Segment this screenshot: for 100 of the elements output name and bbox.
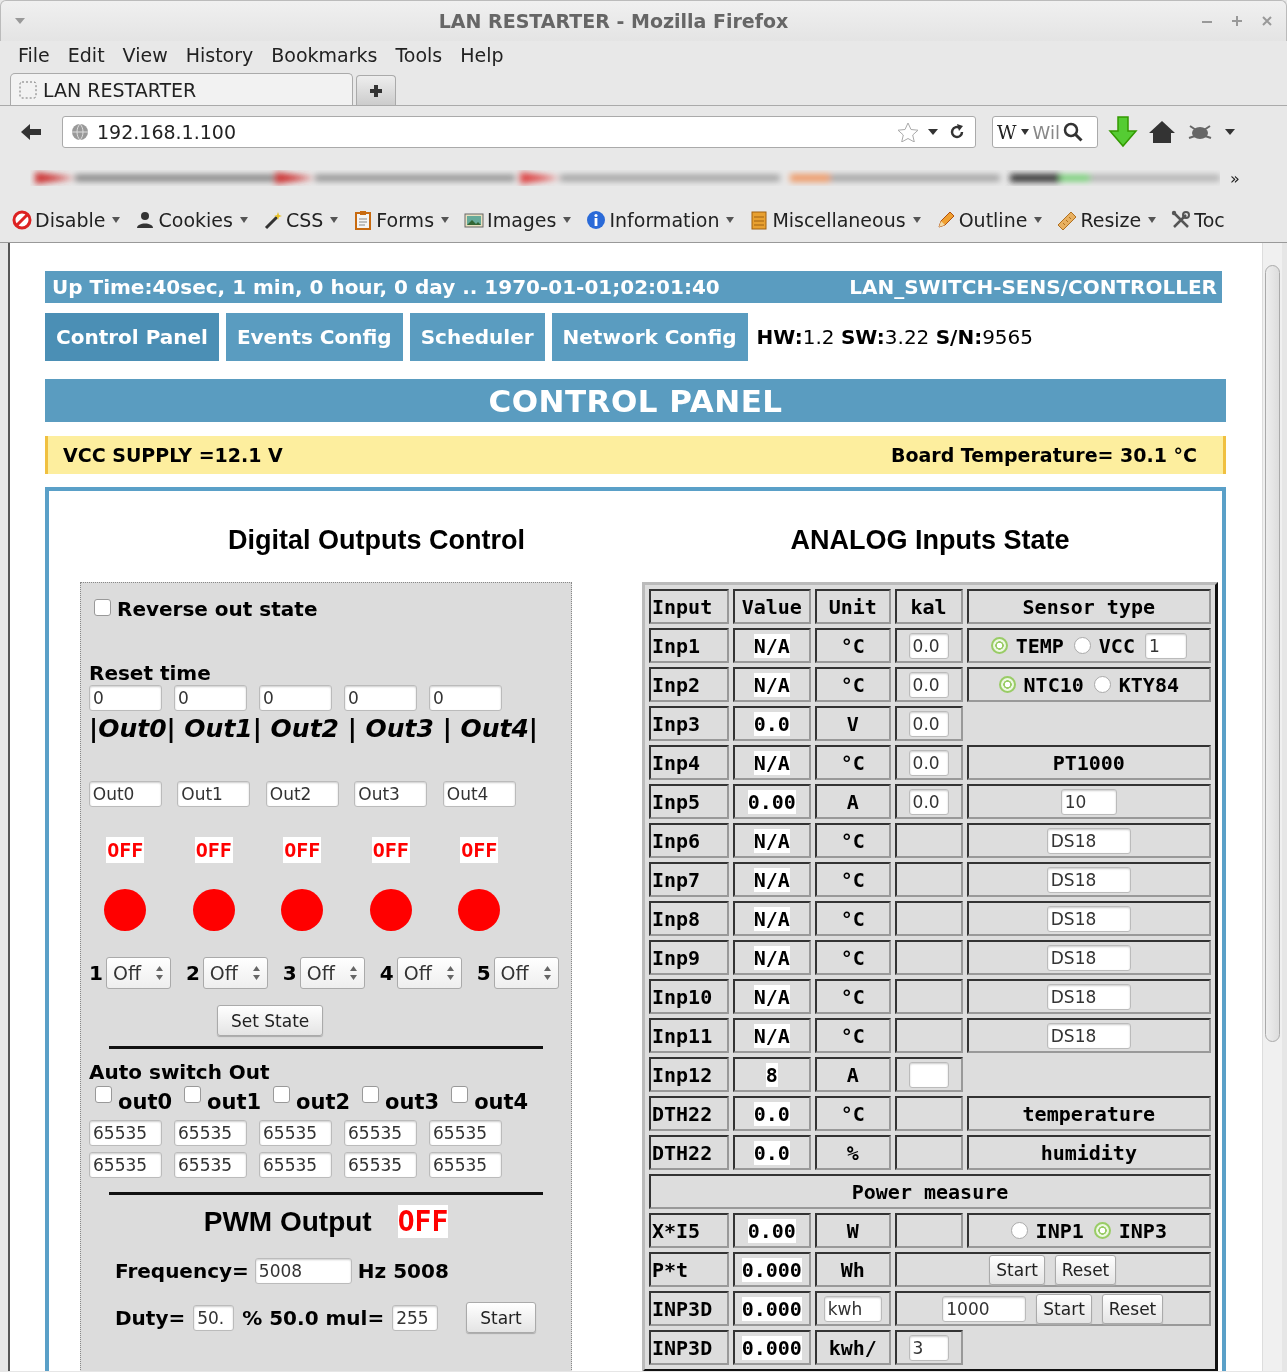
search-field[interactable]: W Wil [992,116,1098,148]
dropdown-icon[interactable] [1224,127,1236,137]
input-field[interactable]: 65535 [429,1120,502,1146]
table-button[interactable]: Start [1036,1293,1092,1324]
checkbox[interactable] [184,1086,202,1103]
radio-button[interactable] [990,637,1008,654]
input-field[interactable]: 0 [259,685,332,711]
input-field[interactable]: 1 [1144,632,1187,659]
input-field[interactable]: DS18 [1046,1022,1131,1049]
input-field[interactable]: Out3 [354,781,428,807]
input-field[interactable]: DS18 [1046,944,1131,971]
input-field[interactable]: kwh [823,1295,882,1322]
input-field[interactable]: Out2 [265,781,339,807]
input-field[interactable]: 65535 [259,1152,332,1178]
input-field[interactable]: Out0 [88,781,162,807]
input-field[interactable]: 0.0 [908,632,949,659]
input-field[interactable]: DS18 [1046,983,1131,1010]
home-icon[interactable] [1148,119,1176,145]
menu-item[interactable]: View [114,44,176,66]
input-field[interactable]: 65535 [344,1152,417,1178]
toolbar-menu-button[interactable]: Cookies [135,209,249,231]
menu-item[interactable]: Help [452,44,512,66]
table-button[interactable]: Reset [1101,1293,1164,1324]
input-field[interactable]: 0 [89,685,162,711]
input-field[interactable]: DS18 [1046,905,1131,932]
input-field[interactable]: 0 [429,685,502,711]
toolbar-menu-button[interactable]: Images [464,209,573,231]
scrollbar[interactable] [1262,243,1282,1371]
status-text: OFF [194,837,233,863]
input-field[interactable]: 5008 [254,1258,352,1284]
toolbar-menu-button[interactable]: Disable [12,209,122,231]
checkbox[interactable] [451,1086,469,1103]
radio-button[interactable] [1093,676,1111,693]
star-icon[interactable] [897,122,919,142]
mode-select[interactable]: Off [299,957,365,989]
overflow-chevron[interactable]: » [1230,168,1240,188]
back-icon[interactable] [20,123,42,141]
browser-tab[interactable]: LAN RESTARTER [10,73,353,105]
menu-item[interactable]: File [10,44,58,66]
input-field[interactable]: 65535 [259,1120,332,1146]
toolbar-menu-button[interactable]: Outline [935,209,1044,231]
input-field[interactable]: DS18 [1046,827,1131,854]
toolbar-menu-button[interactable]: Information [586,209,736,231]
table-cell: kwh/ [814,1330,891,1365]
new-tab-button[interactable] [356,75,396,105]
download-icon[interactable] [1108,116,1138,148]
input-field[interactable] [908,1061,949,1088]
input-field[interactable]: 65535 [174,1152,247,1178]
input-field[interactable]: DS18 [1046,866,1131,893]
input-field[interactable]: 0.0 [908,749,949,776]
input-field[interactable]: 0 [174,685,247,711]
radio-button[interactable] [1073,637,1091,654]
checkbox[interactable] [95,1086,112,1103]
menu-item[interactable]: History [177,44,262,66]
input-field[interactable]: 255 [392,1304,439,1331]
input-field[interactable]: 50. [193,1304,235,1331]
input-field[interactable]: 65535 [174,1120,247,1146]
set-state-button[interactable]: Set State [217,1005,324,1036]
field-label: Hz 5008 [357,1259,449,1283]
table-button[interactable]: Reset [1054,1254,1117,1285]
menu-item[interactable]: Edit [59,44,113,66]
menu-item[interactable]: Tools [387,44,451,66]
input-field[interactable]: 65535 [89,1152,162,1178]
toolbar-menu-button[interactable]: Miscellaneous [749,209,922,231]
radio-button[interactable] [1093,1222,1111,1239]
input-field[interactable]: 0.0 [908,710,949,737]
toolbar-menu-button[interactable]: Resize [1057,209,1158,231]
checkbox[interactable] [94,598,111,616]
mode-select[interactable]: Off [396,957,462,989]
toolbar-menu-button[interactable]: Toc [1171,209,1229,231]
input-field[interactable]: 0.0 [908,788,949,815]
input-field[interactable]: 0.0 [908,671,949,698]
nav-tab[interactable]: Control Panel [45,313,219,361]
checkbox[interactable] [273,1086,291,1103]
mode-select[interactable]: Off [202,957,268,989]
input-field[interactable]: Out1 [177,781,251,807]
input-field[interactable]: 1000 [942,1295,1027,1322]
toolbar-menu-button[interactable]: Forms [353,209,451,231]
input-field[interactable]: Out4 [442,781,516,807]
table-cell: N/A [732,979,811,1014]
menu-item[interactable]: Bookmarks [263,44,386,66]
toolbar-menu-button[interactable]: CSS [262,209,340,231]
dropdown-icon[interactable] [927,127,939,137]
address-bar[interactable]: 192.168.1.100 [62,116,976,148]
maximize-icon[interactable] [1230,14,1244,28]
input-field[interactable]: 65535 [344,1120,417,1146]
mode-select[interactable]: Off [105,957,171,989]
input-field[interactable]: 3 [908,1334,949,1361]
radio-button[interactable] [998,676,1016,693]
input-field[interactable]: 65535 [429,1152,502,1178]
radio-button[interactable] [1010,1222,1028,1239]
mode-select[interactable]: Off [493,957,559,989]
close-icon[interactable] [1260,14,1274,28]
table-button[interactable]: Start [989,1254,1045,1285]
checkbox[interactable] [362,1086,380,1103]
supply-voltage: VCC SUPPLY =12.1 V [63,444,283,466]
input-field[interactable]: 0 [344,685,417,711]
input-field[interactable]: 10 [1060,788,1117,815]
start-button[interactable]: Start [466,1302,536,1333]
input-field[interactable]: 65535 [89,1120,162,1146]
